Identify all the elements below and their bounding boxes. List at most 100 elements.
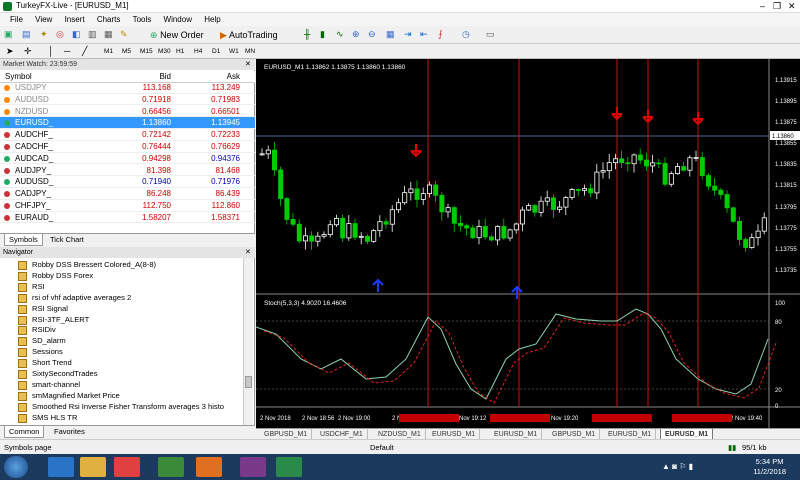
- market-watch-row[interactable]: CHFJPY_ 112.750 112.860: [0, 200, 255, 212]
- market-watch-row[interactable]: CADCHF_ 0.76444 0.76629: [0, 141, 255, 153]
- candlestick-icon[interactable]: ▮: [320, 28, 325, 41]
- menu-window[interactable]: Window: [164, 13, 192, 26]
- market-watch-row[interactable]: CADJPY_ 86.248 86.439: [0, 188, 255, 200]
- menu-insert[interactable]: Insert: [65, 13, 85, 26]
- market-watch-row[interactable]: NZDUSD 0.66456 0.66501: [0, 106, 255, 118]
- new-order-button[interactable]: ⊕ New Order: [146, 28, 208, 41]
- tf-h1[interactable]: H1: [176, 46, 184, 57]
- crosshair-icon[interactable]: ✛: [24, 46, 32, 57]
- candle-body: [712, 185, 718, 191]
- line-chart-icon[interactable]: ∿: [336, 28, 344, 41]
- market-watch-row[interactable]: AUDJPY_ 81.398 81.468: [0, 165, 255, 177]
- tf-w1[interactable]: W1: [229, 46, 239, 57]
- indicators-icon[interactable]: ⨍: [438, 28, 443, 41]
- market-watch-row[interactable]: AUDCAD_ 0.94298 0.94376: [0, 153, 255, 165]
- data-window-icon[interactable]: ◎: [56, 28, 64, 41]
- vertical-line-icon[interactable]: │: [48, 46, 54, 57]
- autoscroll-icon[interactable]: ⇥: [404, 28, 412, 41]
- market-watch-row[interactable]: AUDUSD 0.71918 0.71983: [0, 94, 255, 106]
- navigator-item[interactable]: SD_alarm: [18, 336, 66, 347]
- navigator-item[interactable]: RSIDiv: [18, 325, 56, 336]
- menu-view[interactable]: View: [35, 13, 52, 26]
- market-watch-row[interactable]: AUDUSD_ 0.71940 0.71976: [0, 176, 255, 188]
- market-watch-row[interactable]: EURUSD_ 1.13860 1.13945: [0, 117, 255, 129]
- tf-m5[interactable]: M5: [122, 46, 131, 57]
- navigator-item[interactable]: SMS HLS TR: [18, 413, 77, 424]
- periods-icon[interactable]: ◷: [462, 28, 470, 41]
- close-icon[interactable]: ✕: [788, 1, 796, 12]
- tf-m15[interactable]: M15: [140, 46, 153, 57]
- tab-tick-chart[interactable]: Tick Chart: [46, 234, 88, 246]
- winrar-icon[interactable]: [240, 457, 266, 477]
- menu-charts[interactable]: Charts: [97, 13, 121, 26]
- market-watch-icon[interactable]: ✦: [40, 28, 48, 41]
- tf-m1[interactable]: M1: [104, 46, 113, 57]
- metatrader-icon[interactable]: [276, 457, 302, 477]
- explorer-icon[interactable]: [80, 457, 106, 477]
- tray-clock[interactable]: 5:34 PM 11/2/2018: [753, 457, 786, 477]
- templates-icon[interactable]: ▭: [486, 28, 495, 41]
- navigator-item[interactable]: Smoothed Rsi Inverse Fisher Transform av…: [18, 401, 225, 413]
- tray-icons[interactable]: ▲ ◙ ⚐ ▮: [662, 462, 693, 471]
- maximize-icon[interactable]: ❐: [773, 1, 781, 12]
- minimize-icon[interactable]: –: [760, 1, 765, 11]
- chart-canvas[interactable]: EURUSD_M1 1.13862 1.13875 1.13860 1.1386…: [255, 59, 800, 428]
- tf-m30[interactable]: M30: [158, 46, 171, 57]
- tf-h4[interactable]: H4: [194, 46, 202, 57]
- chrome-icon[interactable]: [158, 457, 184, 477]
- navigator-scrollbar[interactable]: [243, 258, 253, 426]
- col-bid[interactable]: Bid: [159, 71, 171, 83]
- navigator-item[interactable]: SixtySecondTrades: [18, 369, 98, 380]
- zoom-in-icon[interactable]: ⊕: [352, 28, 360, 41]
- firefox-icon[interactable]: [196, 457, 222, 477]
- scroll-thumb[interactable]: [245, 376, 252, 388]
- tile-windows-icon[interactable]: ▦: [386, 28, 395, 41]
- profiles-icon[interactable]: ▤: [22, 28, 31, 41]
- col-ask[interactable]: Ask: [227, 71, 240, 83]
- bar-chart-icon[interactable]: ╫: [304, 28, 310, 41]
- navigator-item[interactable]: smart-channel: [18, 380, 80, 391]
- horizontal-line-icon[interactable]: ─: [64, 46, 70, 57]
- autotrading-button[interactable]: ▶ AutoTrading: [216, 28, 282, 41]
- tab-symbols[interactable]: Symbols: [4, 234, 43, 246]
- market-watch-row[interactable]: EURAUD_ 1.58207 1.58371: [0, 212, 255, 224]
- tab-favorites[interactable]: Favorites: [50, 426, 89, 438]
- chart-shift-icon[interactable]: ⇤: [420, 28, 428, 41]
- zoom-out-icon[interactable]: ⊖: [368, 28, 376, 41]
- navigator-item[interactable]: rsi of vhf adaptive averages 2: [18, 293, 131, 304]
- menu-help[interactable]: Help: [204, 13, 220, 26]
- tf-mn[interactable]: MN: [245, 46, 255, 57]
- panel-close-icon[interactable]: ✕: [245, 60, 251, 68]
- navigator-item[interactable]: RSI Signal: [18, 304, 68, 315]
- navigator-item-label: Smoothed Rsi Inverse Fisher Transform av…: [32, 401, 225, 411]
- autotrading-label: AutoTrading: [228, 30, 278, 40]
- start-button[interactable]: [4, 456, 28, 478]
- navigator-close-icon[interactable]: ✕: [245, 248, 251, 256]
- navigator-item[interactable]: smMagnified Market Price: [18, 391, 120, 402]
- market-watch-row[interactable]: AUDCHF_ 0.72142 0.72233: [0, 129, 255, 141]
- navigator-item[interactable]: Robby DSS Forex: [18, 271, 93, 282]
- col-symbol[interactable]: Symbol: [5, 71, 32, 83]
- trendline-icon[interactable]: ╱: [82, 46, 87, 57]
- ie-icon[interactable]: [48, 457, 74, 477]
- navigator-item[interactable]: RSI-3TF_ALERT: [18, 315, 89, 326]
- new-chart-icon[interactable]: ▣: [4, 28, 13, 41]
- chart-window[interactable]: EURUSD_M1 1.13862 1.13875 1.13860 1.1386…: [255, 59, 800, 428]
- navigator-item[interactable]: RSI: [18, 282, 45, 293]
- tester-icon[interactable]: ▦: [104, 28, 113, 41]
- navigator-item[interactable]: Short Trend: [18, 358, 72, 369]
- metaeditor-icon[interactable]: ✎: [120, 28, 128, 41]
- tab-common[interactable]: Common: [4, 426, 45, 438]
- menu-tools[interactable]: Tools: [133, 13, 152, 26]
- media-player-icon[interactable]: [114, 457, 140, 477]
- row-bid: 0.71940: [142, 177, 171, 187]
- cursor-icon[interactable]: ➤: [6, 46, 14, 57]
- navigator-item[interactable]: Sessions: [18, 347, 63, 358]
- tf-d1[interactable]: D1: [212, 46, 220, 57]
- stoch-tick-label: 100: [775, 301, 786, 307]
- menu-file[interactable]: File: [10, 13, 23, 26]
- market-watch-row[interactable]: USDJPY 113.168 113.249: [0, 82, 255, 94]
- navigator-item[interactable]: Robby DSS Bressert Colored_A(8-8): [18, 260, 156, 271]
- navigator-icon[interactable]: ◧: [72, 28, 81, 41]
- terminal-icon[interactable]: ▥: [88, 28, 97, 41]
